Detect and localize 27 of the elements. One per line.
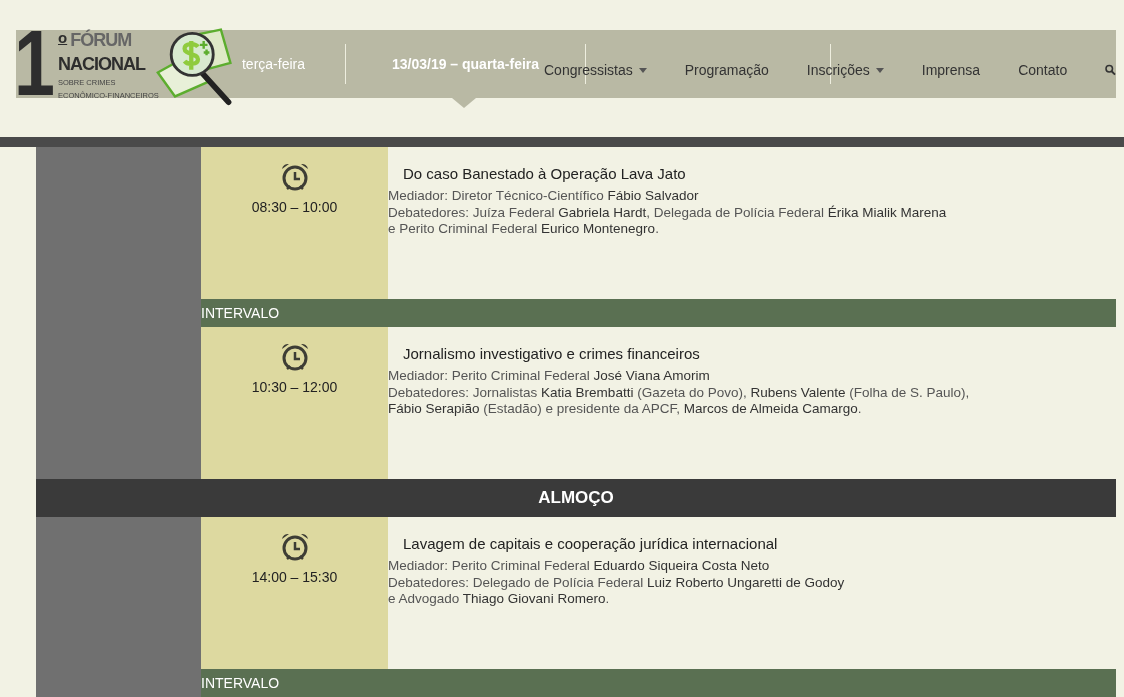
session-detail: Mediador: Diretor Técnico-Científico Fábio Salvador xyxy=(388,188,700,205)
search-icon[interactable] xyxy=(1105,63,1116,77)
session-detail: Mediador: Perito Criminal Federal José Viana Amorim xyxy=(388,368,711,385)
nav-link[interactable]: Inscrições xyxy=(806,62,884,78)
session-detail: Debatedores: Juíza Federal Gabriela Hardt, Delegada de Polícia Federal Érika Mialik Marena xyxy=(388,204,948,221)
interval-label: INTERVALO xyxy=(201,305,280,321)
session-time: 14:00 – 15:30 xyxy=(251,569,338,585)
session-title: Do caso Banestado à Operação Lava Jato xyxy=(403,165,687,182)
logo-ordinal: o xyxy=(58,28,68,48)
nav-link[interactable]: Programação xyxy=(684,62,769,78)
session-detail: Mediador: Perito Criminal Federal Eduardo Siqueira Costa Neto xyxy=(388,558,771,575)
session-time: 10:30 – 12:00 xyxy=(251,379,338,395)
session-title: Jornalismo investigativo e crimes financeiros xyxy=(403,345,701,362)
session-time: 08:30 – 10:00 xyxy=(251,199,338,215)
nav-link[interactable]: Congressistas xyxy=(544,62,647,78)
session-detail: e Advogado Thiago Giovani Romero. xyxy=(388,591,611,608)
session-title: Lavagem de capitais e cooperação jurídica internacional xyxy=(403,535,779,552)
session-detail: Debatedores: Jornalistas Katia Brembatti (Gazeta do Povo), Rubens Valente (Folha de S. Paulo), xyxy=(388,384,971,401)
session-detail: Fábio Serapião (Estadão) e presidente da APCF, Marcos de Almeida Camargo. xyxy=(388,401,863,418)
nav-link[interactable]: Contato xyxy=(1018,62,1068,78)
lunch-label: ALMOÇO xyxy=(538,488,614,508)
session-detail: e Perito Criminal Federal Eurico Montenegro. xyxy=(388,221,660,238)
logo-title: FÓRUM xyxy=(70,28,132,52)
session-detail: Debatedores: Delegado de Polícia Federal Luiz Roberto Ungaretti de Godoy xyxy=(388,574,846,591)
interval-label: INTERVALO xyxy=(201,675,280,691)
nav-link[interactable]: Imprensa xyxy=(921,62,981,78)
logo-title: NACIONAL xyxy=(58,53,147,76)
